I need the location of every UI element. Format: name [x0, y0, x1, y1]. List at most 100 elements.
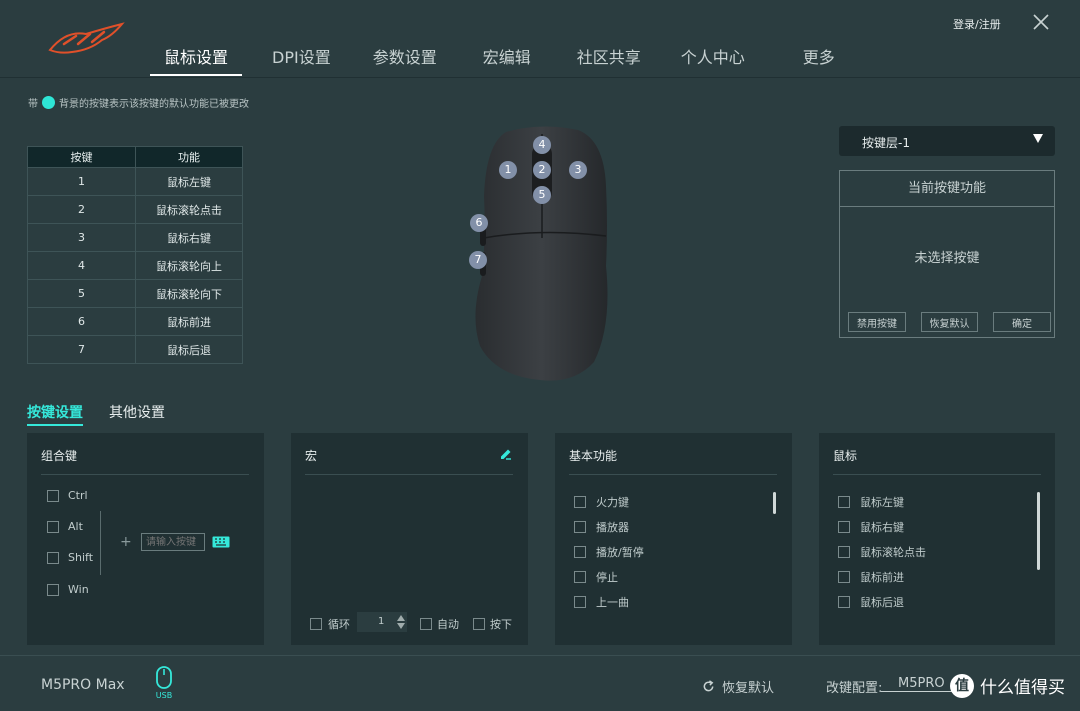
login-register-link[interactable]: 登录/注册 [953, 16, 1001, 32]
tab-more[interactable]: 更多 [789, 44, 849, 76]
mouse-key-6-badge[interactable]: 6 [470, 214, 488, 232]
key-number: 5 [27, 279, 136, 308]
mouse-key-2-badge[interactable]: 2 [533, 161, 551, 179]
brand-logo-icon [48, 22, 125, 54]
checkbox-icon [838, 571, 850, 583]
panel-divider [305, 474, 513, 475]
combo-key-panel: 组合键 Ctrl Alt Shift Win + [27, 433, 264, 645]
changed-indicator-dot-icon [42, 96, 55, 109]
list-item[interactable]: 播放/暂停 [574, 544, 644, 560]
checkbox-icon [420, 618, 432, 630]
table-row[interactable]: 4 鼠标滚轮向上 [27, 251, 243, 280]
modifier-alt-checkbox[interactable]: Alt [47, 520, 83, 533]
restore-default-key-button[interactable]: 恢复默认 [921, 312, 978, 332]
current-function-panel: 当前按键功能 未选择按键 禁用按键 恢复默认 确定 [839, 170, 1055, 338]
checkbox-icon [47, 489, 59, 502]
watermark: 值 什么值得买 [950, 673, 1065, 698]
key-function-table: 按键 功能 1 鼠标左键 2 鼠标滚轮点击 3 鼠标右键 4 鼠标滚轮向上 5 鼠标滚轮向… [27, 146, 243, 364]
modifier-win-checkbox[interactable]: Win [47, 583, 89, 596]
checkbox-label: 停止 [596, 571, 618, 584]
table-row[interactable]: 3 鼠标右键 [27, 223, 243, 252]
key-function: 鼠标后退 [135, 335, 243, 364]
table-row[interactable]: 5 鼠标滚轮向下 [27, 279, 243, 308]
restore-default-button[interactable]: 恢复默认 [702, 677, 774, 696]
checkbox-icon [310, 618, 322, 630]
checkbox-icon [473, 618, 485, 630]
checkbox-icon [574, 546, 586, 558]
key-function: 鼠标滚轮向下 [135, 279, 243, 308]
table-row[interactable]: 1 鼠标左键 [27, 167, 243, 196]
key-function: 鼠标右键 [135, 223, 243, 252]
key-input[interactable] [141, 533, 205, 551]
modifier-shift-checkbox[interactable]: Shift [47, 551, 93, 564]
loop-checkbox[interactable]: 循环 [310, 616, 350, 632]
edit-pencil-icon[interactable] [500, 448, 512, 460]
table-row[interactable]: 6 鼠标前进 [27, 307, 243, 336]
table-row[interactable]: 7 鼠标后退 [27, 335, 243, 364]
key-number: 1 [27, 167, 136, 196]
checkbox-icon [838, 496, 850, 508]
list-item[interactable]: 上一曲 [574, 594, 629, 610]
panel-divider [569, 474, 777, 475]
key-layer-dropdown[interactable]: 按键层-1 [839, 126, 1055, 156]
table-row[interactable]: 2 鼠标滚轮点击 [27, 195, 243, 224]
keyboard-icon[interactable] [212, 536, 230, 548]
checkbox-label: Ctrl [68, 489, 88, 502]
key-config-select[interactable]: M5PRO [881, 676, 961, 692]
checkbox-icon [838, 596, 850, 608]
list-item[interactable]: 鼠标右键 [838, 519, 904, 535]
mouse-key-3-badge[interactable]: 3 [569, 161, 587, 179]
modifier-ctrl-checkbox[interactable]: Ctrl [47, 489, 88, 502]
tab-key-settings[interactable]: 按键设置 [27, 402, 83, 426]
key-function: 鼠标滚轮点击 [135, 195, 243, 224]
list-item[interactable]: 鼠标前进 [838, 569, 904, 585]
basic-functions-scrollbar[interactable] [773, 492, 776, 514]
column-header-function: 功能 [135, 146, 243, 168]
checkbox-label: 鼠标右键 [860, 521, 904, 534]
key-layer-selected: 按键层-1 [862, 136, 910, 150]
stepper-arrows-icon[interactable] [397, 614, 405, 630]
tab-macro-editor[interactable]: 宏编辑 [469, 44, 545, 76]
plus-sign: + [120, 534, 132, 550]
watermark-text: 什么值得买 [980, 678, 1065, 698]
loop-count-stepper[interactable]: 1 [357, 612, 407, 632]
panel-divider [833, 474, 1041, 475]
macro-panel: 宏 循环 1 自动 按下 [291, 433, 528, 645]
list-item[interactable]: 火力键 [574, 494, 629, 510]
checkbox-label: 播放器 [596, 521, 629, 534]
close-icon[interactable] [1032, 13, 1050, 31]
tab-personal-center[interactable]: 个人中心 [667, 44, 759, 76]
disable-key-button[interactable]: 禁用按键 [848, 312, 906, 332]
mouse-key-1-badge[interactable]: 1 [499, 161, 517, 179]
mouse-functions-scrollbar[interactable] [1037, 492, 1040, 570]
key-number: 2 [27, 195, 136, 224]
list-item[interactable]: 鼠标滚轮点击 [838, 544, 926, 560]
panel-divider [41, 474, 249, 475]
checkbox-label: Win [68, 583, 89, 596]
list-item[interactable]: 鼠标左键 [838, 494, 904, 510]
auto-checkbox[interactable]: 自动 [420, 616, 459, 632]
key-config-label: 改键配置: [826, 681, 883, 696]
list-item[interactable]: 鼠标后退 [838, 594, 904, 610]
list-item[interactable]: 播放器 [574, 519, 629, 535]
tab-other-settings[interactable]: 其他设置 [109, 402, 165, 426]
tab-community-share[interactable]: 社区共享 [563, 44, 655, 76]
tab-parameter-settings[interactable]: 参数设置 [359, 44, 451, 76]
list-item[interactable]: 停止 [574, 569, 618, 585]
key-number: 4 [27, 251, 136, 280]
hint-prefix: 带 [28, 99, 38, 110]
hint-text: 背景的按键表示该按键的默认功能已被更改 [59, 99, 249, 110]
top-bar: 鼠标设置 DPI设置 参数设置 宏编辑 社区共享 个人中心 更多 登录/注册 [0, 0, 1080, 78]
checkbox-icon [838, 546, 850, 558]
checkbox-label: Alt [68, 520, 83, 533]
settings-subtabs: 按键设置 其他设置 [27, 402, 191, 426]
mouse-key-4-badge[interactable]: 4 [533, 136, 551, 154]
modifier-group-divider [100, 511, 101, 575]
confirm-button[interactable]: 确定 [993, 312, 1051, 332]
press-checkbox[interactable]: 按下 [473, 616, 512, 632]
tab-mouse-settings[interactable]: 鼠标设置 [150, 44, 243, 76]
mouse-key-7-badge[interactable]: 7 [469, 251, 487, 269]
function-action-buttons: 禁用按键 恢复默认 确定 [848, 312, 1051, 332]
tab-dpi-settings[interactable]: DPI设置 [258, 44, 345, 76]
mouse-key-5-badge[interactable]: 5 [533, 186, 551, 204]
